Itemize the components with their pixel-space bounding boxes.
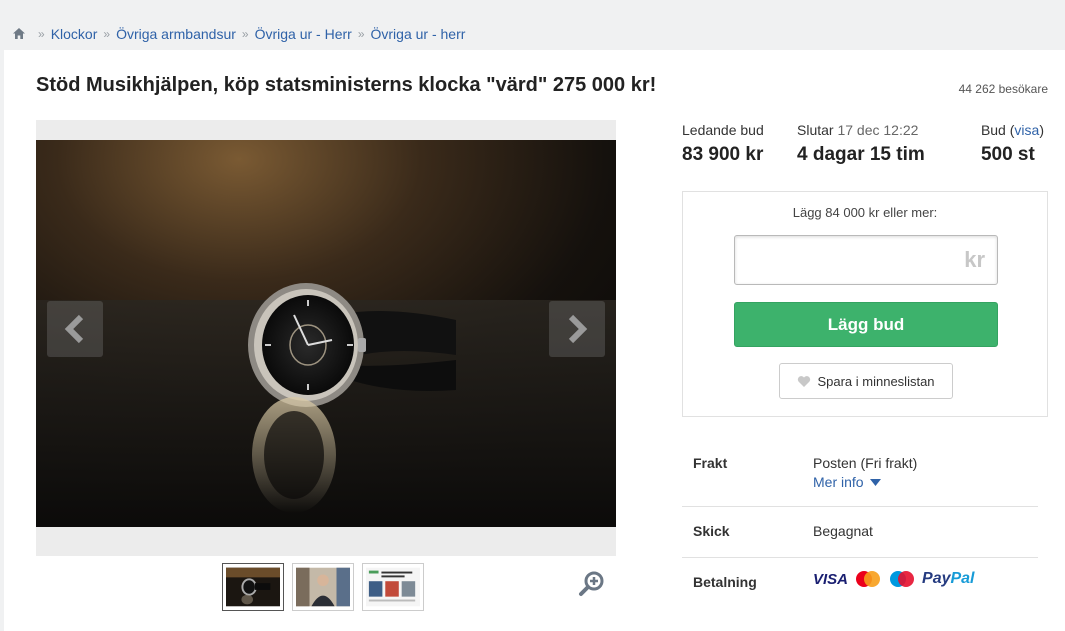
save-to-watchlist-label: Spara i minneslistan: [817, 373, 935, 389]
bids-stat: Bud (visa) 500 st: [981, 122, 1044, 166]
caret-down-icon: [869, 478, 881, 486]
save-to-watchlist-button[interactable]: Spara i minneslistan: [779, 363, 953, 399]
payment-row: Betalning VISA PayPal: [682, 558, 1038, 608]
shipping-value: Posten (Fri frakt): [813, 455, 918, 471]
more-info-label: Mer info: [813, 474, 864, 490]
place-bid-button[interactable]: Lägg bud: [734, 302, 998, 347]
show-bids-link[interactable]: visa: [1014, 122, 1039, 138]
maestro-logo: [890, 571, 915, 587]
shipping-label: Frakt: [693, 455, 728, 471]
listing-info: Frakt Posten (Fri frakt) Mer info Skick …: [682, 438, 1038, 608]
currency-unit: kr: [964, 247, 985, 272]
paypal-logo: PayPal: [922, 570, 975, 587]
breadcrumb-separator: »: [103, 27, 111, 41]
thumbnail-strip: [222, 563, 424, 611]
image-gallery: [36, 120, 616, 556]
payment-label: Betalning: [693, 574, 757, 590]
shipping-row: Frakt Posten (Fri frakt) Mer info: [682, 438, 1038, 507]
ends-label: Slutar: [797, 122, 834, 138]
thumbnail-image: [296, 567, 350, 607]
bid-amount-input[interactable]: kr: [734, 235, 998, 285]
bid-count: 500 st: [980, 144, 1035, 165]
breadcrumb-link-ovriga-ur-herr[interactable]: Övriga ur - Herr: [255, 26, 352, 42]
chevron-left-icon: [64, 314, 84, 344]
ends-label-line: Slutar 17 dec 12:22: [797, 122, 925, 138]
previous-image-button[interactable]: [47, 301, 103, 357]
time-remaining: 4 dagar 15 tim: [797, 144, 925, 165]
home-icon[interactable]: [12, 27, 26, 41]
heart-icon: [798, 375, 811, 387]
thumbnail-2[interactable]: [292, 563, 354, 611]
listing-title: Stöd Musikhjälpen, köp statsministerns k…: [36, 74, 657, 96]
bids-label-line: Bud (visa): [980, 122, 1044, 138]
visa-logo: VISA: [813, 570, 849, 588]
payment-methods: VISA PayPal: [813, 570, 975, 588]
bid-hint: Lägg 84 000 kr eller mer:: [792, 205, 938, 220]
leading-bid-value: 83 900 kr: [682, 144, 764, 165]
breadcrumb-separator: »: [241, 27, 249, 41]
breadcrumb-separator: »: [38, 27, 45, 41]
thumbnail-image: [366, 567, 420, 607]
breadcrumb-link-ovriga-ur-herr-sub[interactable]: Övriga ur - herr: [371, 26, 466, 42]
thumbnail-image: [226, 567, 280, 607]
bids-label: Bud: [980, 122, 1006, 138]
breadcrumb-separator: »: [357, 27, 365, 41]
more-info-link[interactable]: Mer info: [813, 474, 881, 490]
condition-label: Skick: [693, 523, 730, 539]
main-product-image[interactable]: [36, 140, 616, 527]
chevron-right-icon: [568, 314, 588, 344]
bid-box: Lägg 84 000 kr eller mer: kr Lägg bud Sp…: [682, 191, 1048, 417]
ends-date: 17 dec 12:22: [837, 122, 919, 138]
ends-stat: Slutar 17 dec 12:22 4 dagar 15 tim: [797, 122, 925, 166]
leading-bid-stat: Ledande bud 83 900 kr: [682, 122, 764, 166]
leading-bid-label: Ledande bud: [682, 122, 764, 138]
condition-row: Skick Begagnat: [682, 507, 1038, 558]
thumbnail-3[interactable]: [362, 563, 424, 611]
breadcrumb-link-klockor[interactable]: Klockor: [51, 26, 98, 42]
thumbnail-1[interactable]: [222, 563, 284, 611]
condition-value: Begagnat: [813, 523, 873, 539]
breadcrumb-link-ovriga-armbandsur[interactable]: Övriga armbandsur: [116, 26, 236, 42]
zoom-icon[interactable]: [578, 570, 606, 598]
breadcrumb: » Klockor » Övriga armbandsur » Övriga u…: [12, 24, 465, 44]
visitor-count: 44 262 besökare: [958, 82, 1048, 96]
mastercard-logo: [856, 571, 881, 587]
next-image-button[interactable]: [549, 301, 605, 357]
